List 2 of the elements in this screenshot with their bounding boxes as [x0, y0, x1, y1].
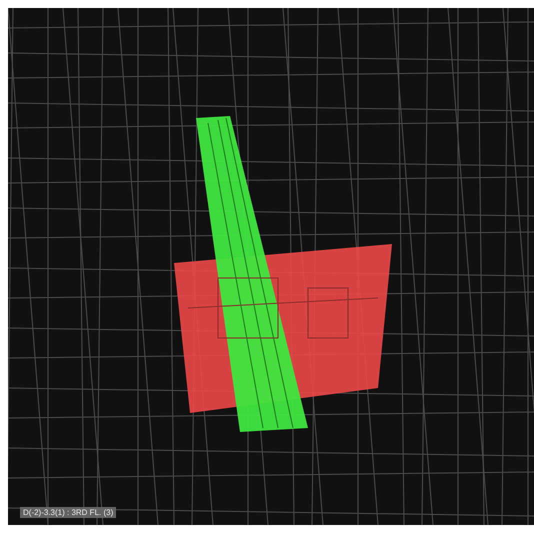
viewport[interactable]: D(-2)-3.3(1) : 3RD FL. (3) — [8, 8, 534, 525]
element-label: D(-2)-3.3(1) : 3RD FL. (3) — [20, 507, 116, 518]
